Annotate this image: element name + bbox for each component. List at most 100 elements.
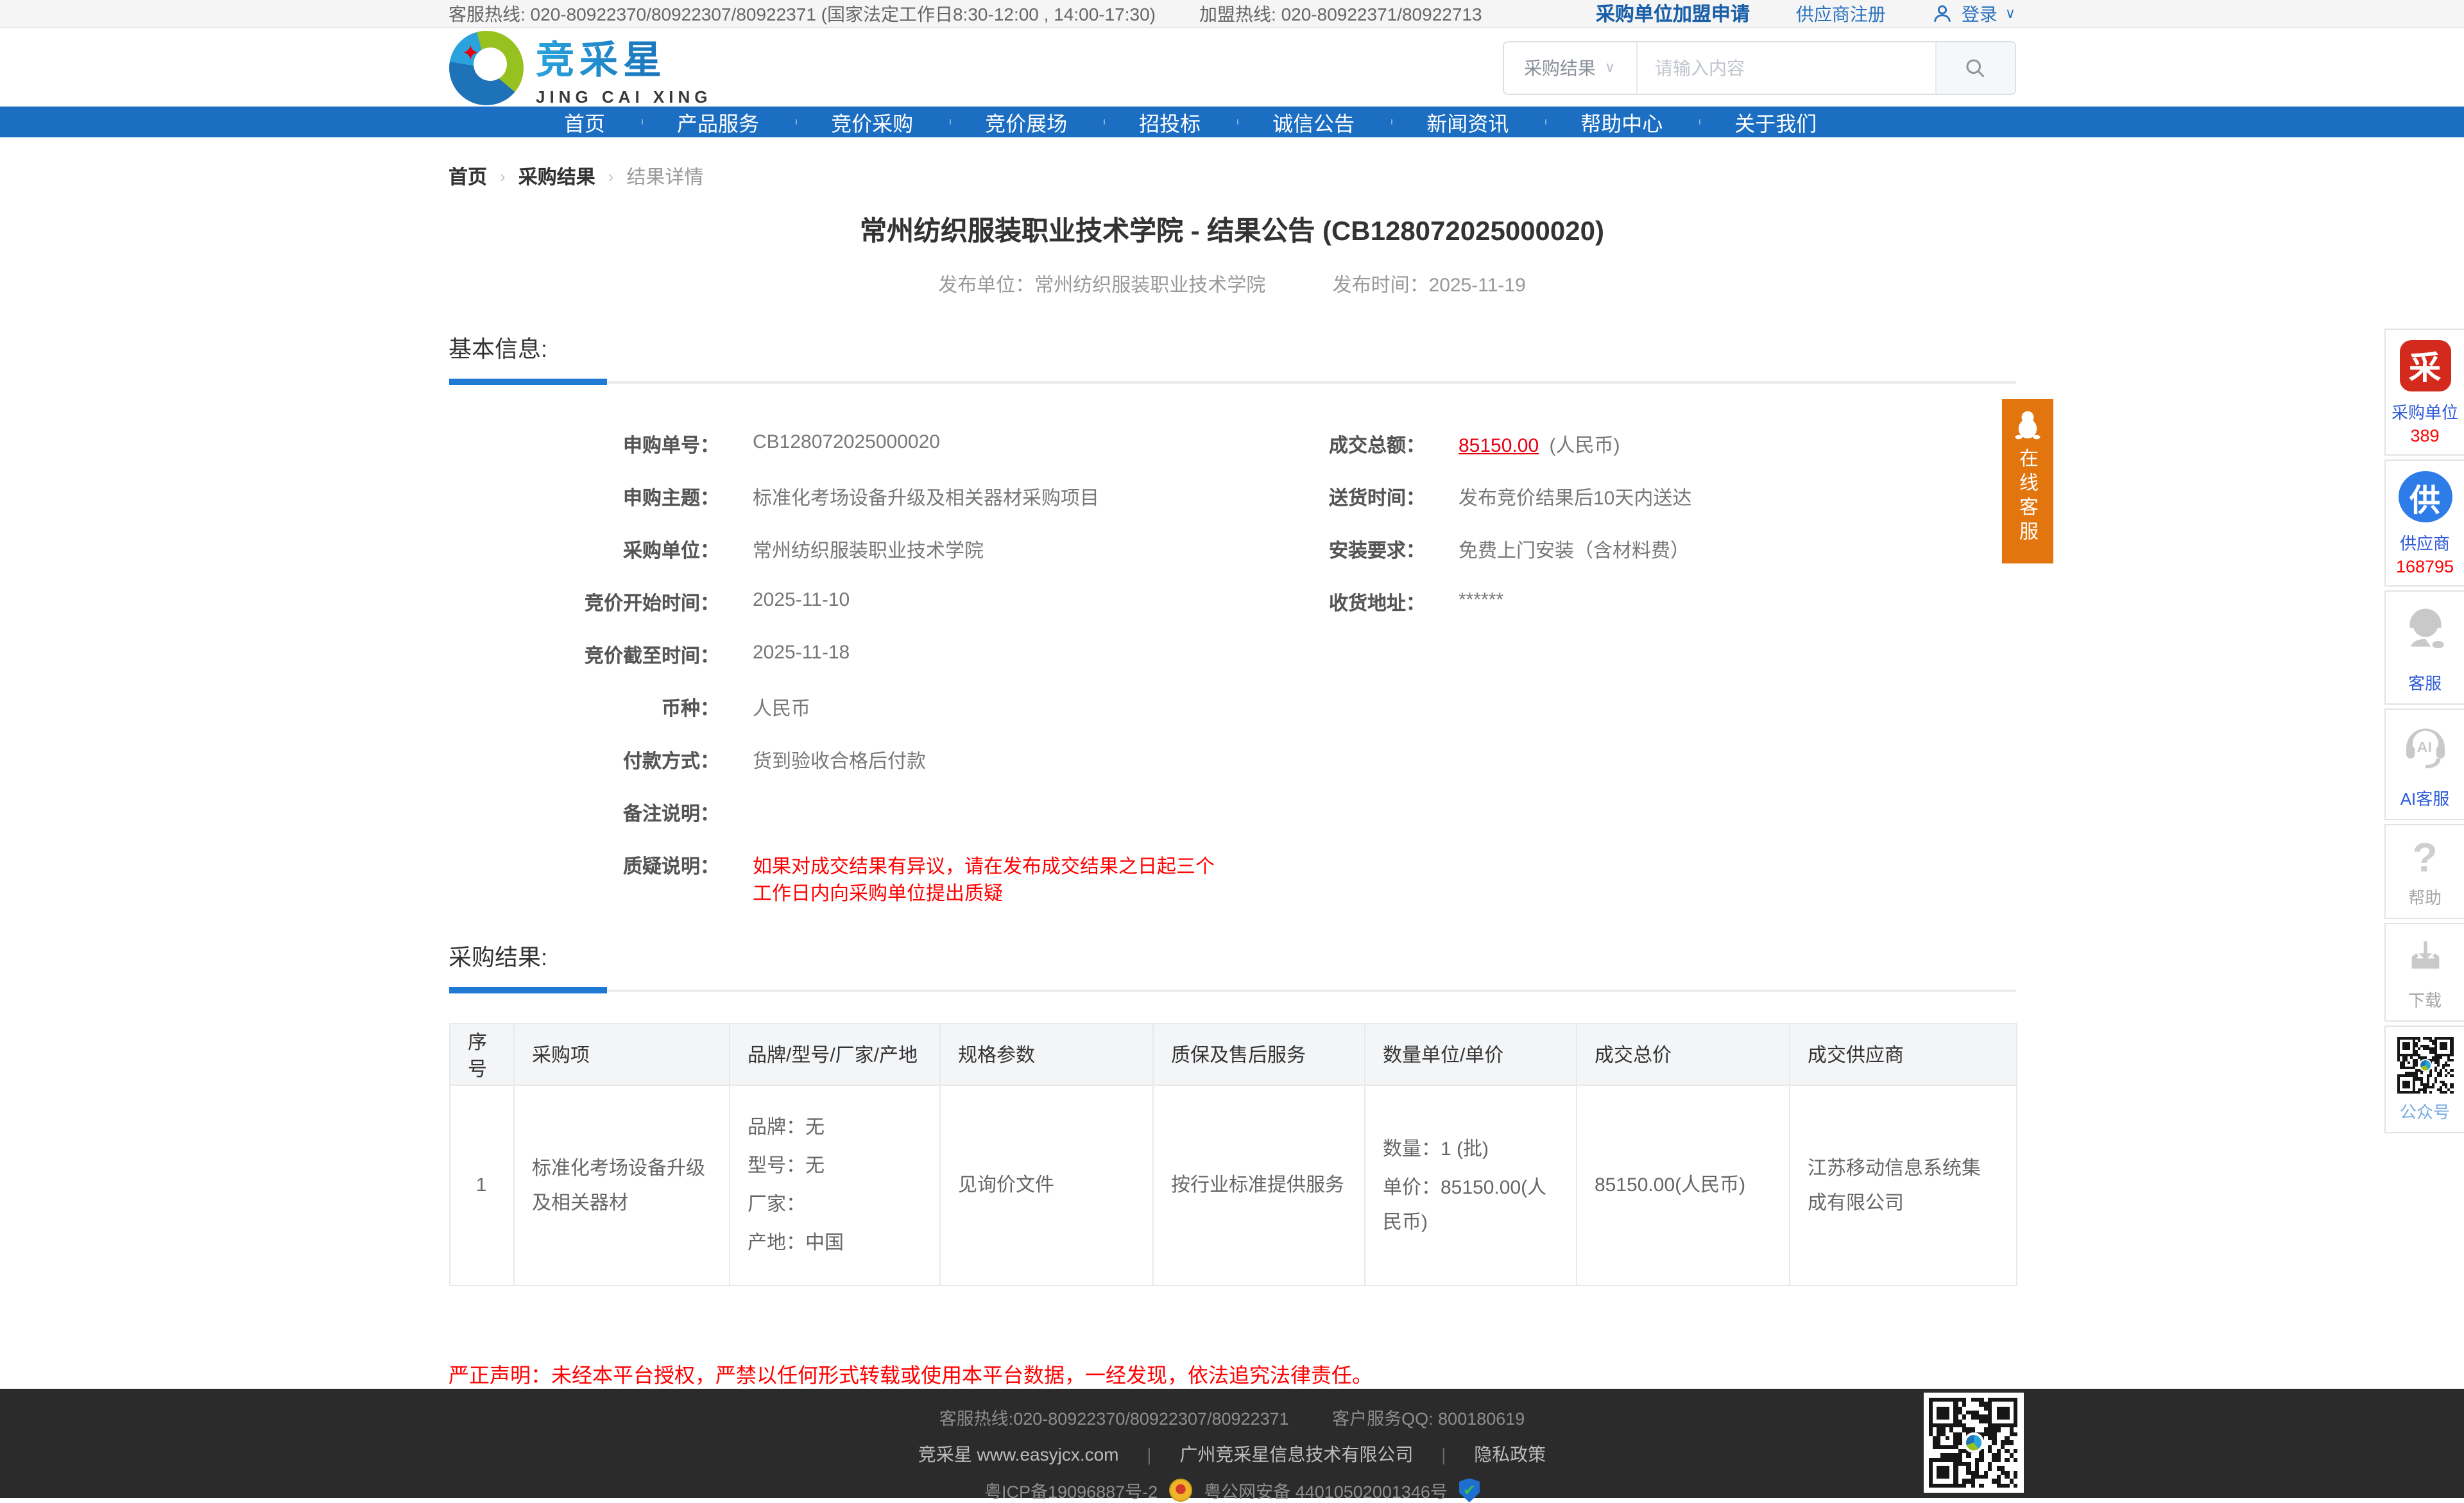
- logo-name: 竞采星: [536, 28, 712, 85]
- chevron-down-icon: ∨: [1605, 59, 1615, 76]
- purchase-result-heading: 采购结果:: [449, 940, 2015, 973]
- sidebar-item-service[interactable]: 客服: [2384, 590, 2464, 705]
- col-qty-price: 数量单位/单价: [1364, 1024, 1576, 1085]
- search-category-value: 采购结果: [1524, 55, 1596, 80]
- login-label: 登录: [1962, 1, 1998, 26]
- field-value-order-no: CB128072025000020: [737, 427, 1225, 480]
- field-value-end-time: 2025-11-18: [737, 638, 1225, 691]
- field-value-purchase-unit: 常州纺织服装职业技术学院: [737, 533, 1225, 585]
- ai-headset-icon: AI: [2395, 720, 2454, 771]
- nav-item-about[interactable]: 关于我们: [1698, 107, 1852, 137]
- cell-warranty: 按行业标准提供服务: [1152, 1085, 1364, 1285]
- ssl-shield-icon: ✔: [1459, 1478, 1480, 1502]
- nav-item-bidding-hall[interactable]: 竞价展场: [949, 107, 1103, 137]
- footer-police-record: 粤公网安备 44010502001346号: [1204, 1477, 1448, 1503]
- article-meta: 发布单位：常州纺织服装职业技术学院 发布时间：2025-11-19: [449, 271, 2015, 298]
- divider: |: [1147, 1444, 1151, 1464]
- search-category-select[interactable]: 采购结果 ∨: [1503, 42, 1637, 93]
- police-badge-icon: [1169, 1479, 1192, 1502]
- legal-statement: 严正声明：未经本平台授权，严禁以任何形式转载或使用本平台数据，一经发现，依法追究…: [449, 1358, 2015, 1389]
- main-content: 首页 › 采购结果 › 结果详情 常州纺织服装职业技术学院 - 结果公告 (CB…: [449, 137, 2015, 1389]
- qr-center-logo: [2418, 1059, 2431, 1072]
- sidebar-label: 公众号: [2388, 1099, 2461, 1123]
- footer-qq: 客户服务QQ: 800180619: [1332, 1409, 1525, 1429]
- nav-item-integrity-notice[interactable]: 诚信公告: [1236, 107, 1390, 137]
- floating-sidebar: 采 采购单位 389 供 供应商 168795 客服 AI: [2384, 329, 2464, 1137]
- chevron-down-icon: ∨: [2005, 5, 2015, 22]
- page-title: 常州纺织服装职业技术学院 - 结果公告 (CB128072025000020): [449, 210, 2015, 249]
- site-logo[interactable]: ✦ 竞采星 JING CAI XING: [449, 28, 712, 107]
- col-warranty: 质保及售后服务: [1152, 1024, 1364, 1085]
- supplier-register-link[interactable]: 供应商注册: [1796, 1, 1886, 26]
- breadcrumb-results[interactable]: 采购结果: [518, 163, 595, 190]
- nav-item-help-center[interactable]: 帮助中心: [1544, 107, 1698, 137]
- publish-time: 发布时间：2025-11-19: [1333, 275, 1526, 296]
- cell-brand: 品牌：无 型号：无 厂家： 产地：中国: [729, 1085, 939, 1285]
- col-index: 序号: [449, 1024, 513, 1085]
- field-value-start-time: 2025-11-10: [737, 585, 1225, 638]
- basic-info-section: 基本信息: 申购单号： CB128072025000020 成交总额： 8515…: [449, 331, 2015, 906]
- search-input[interactable]: [1637, 42, 1935, 93]
- footer-site-link[interactable]: 竞采星 www.easyjcx.com: [918, 1444, 1119, 1464]
- page: 客服热线: 020-80922370/80922307/80922371 (国家…: [0, 0, 2464, 1498]
- join-hotline: 加盟热线: 020-80922371/80922713: [1199, 1, 1482, 26]
- qty-line: 数量：1 (批): [1383, 1131, 1557, 1166]
- field-value-total-amount: 85150.00 (人民币): [1443, 427, 2015, 480]
- field-label: 收货地址：: [1225, 585, 1443, 638]
- nav-item-tenders[interactable]: 招投标: [1103, 107, 1236, 137]
- site-footer: 客服热线:020-80922370/80922307/80922371 客户服务…: [0, 1389, 2464, 1498]
- login-button[interactable]: 登录 ∨: [1932, 1, 2015, 26]
- cell-index: 1: [449, 1085, 513, 1285]
- sidebar-item-wechat-official[interactable]: 公众号: [2384, 1026, 2464, 1133]
- field-value-currency: 人民币: [737, 691, 1225, 743]
- result-table: 序号 采购项 品牌/型号/厂家/产地 规格参数 质保及售后服务 数量单位/单价 …: [449, 1023, 2017, 1286]
- sidebar-label: 客服: [2388, 670, 2461, 694]
- sidebar-item-download[interactable]: 下载: [2384, 923, 2464, 1022]
- sidebar-label: 帮助: [2388, 884, 2461, 909]
- footer-company: 广州竞采星信息技术有限公司: [1179, 1444, 1413, 1464]
- field-label: 安装要求：: [1225, 533, 1443, 585]
- table-row: 1 标准化考场设备升级及相关器材 品牌：无 型号：无 厂家： 产地：中国 见询价…: [449, 1085, 2016, 1285]
- maker-line: 厂家：: [748, 1187, 921, 1222]
- sidebar-item-ai-service[interactable]: AI AI客服: [2384, 709, 2464, 820]
- col-brand: 品牌/型号/厂家/产地: [729, 1024, 939, 1085]
- brand-line: 品牌：无: [748, 1110, 921, 1145]
- search-button[interactable]: [1935, 42, 2014, 93]
- field-value-dispute-note: 如果对成交结果有异议，请在发布成交结果之日起三个工作日内向采购单位提出质疑: [737, 848, 1225, 906]
- field-value-delivery-time: 发布竞价结果后10天内送达: [1443, 480, 2015, 533]
- publisher: 发布单位：常州纺织服装职业技术学院: [938, 275, 1265, 296]
- gong-icon: 供: [2398, 471, 2452, 522]
- sidebar-label: 供应商: [2388, 530, 2461, 554]
- total-amount-link[interactable]: 85150.00: [1459, 435, 1539, 457]
- field-label: 申购主题：: [449, 480, 737, 533]
- question-mark-icon: ?: [2388, 836, 2461, 879]
- field-label: 付款方式：: [449, 743, 737, 796]
- cell-supplier: 江苏移动信息系统集成有限公司: [1789, 1085, 2016, 1285]
- footer-privacy-link[interactable]: 隐私政策: [1474, 1444, 1546, 1464]
- field-value-ship-address: ******: [1443, 585, 2015, 638]
- sidebar-item-suppliers[interactable]: 供 供应商 168795: [2384, 459, 2464, 587]
- field-value-remark: [737, 796, 1225, 848]
- footer-icp-link[interactable]: 粤ICP备19096887号-2: [984, 1477, 1158, 1503]
- breadcrumb: 首页 › 采购结果 › 结果详情: [449, 163, 2015, 190]
- nav-item-bidding-purchase[interactable]: 竞价采购: [795, 107, 949, 137]
- logo-swirl-icon: ✦: [449, 30, 523, 105]
- breadcrumb-home[interactable]: 首页: [449, 163, 487, 190]
- logo-star-icon: ✦: [461, 40, 480, 66]
- sidebar-item-help[interactable]: ? 帮助: [2384, 824, 2464, 919]
- field-label: 送货时间：: [1225, 480, 1443, 533]
- nav-item-home[interactable]: 首页: [528, 107, 641, 137]
- nav-item-products[interactable]: 产品服务: [641, 107, 795, 137]
- field-label: 备注说明：: [449, 796, 737, 848]
- online-service-tab[interactable]: 在线客服: [2002, 399, 2053, 563]
- purchase-unit-join-link[interactable]: 采购单位加盟申请: [1596, 0, 1750, 27]
- sidebar-label: AI客服: [2388, 786, 2461, 810]
- sidebar-item-purchase-units[interactable]: 采 采购单位 389: [2384, 329, 2464, 456]
- nav-item-news[interactable]: 新闻资讯: [1390, 107, 1544, 137]
- user-icon: [1932, 3, 1954, 24]
- sidebar-count: 168795: [2388, 557, 2461, 576]
- field-label: 采购单位：: [449, 533, 737, 585]
- service-hotline: 客服热线: 020-80922370/80922307/80922371 (国家…: [449, 1, 1156, 26]
- footer-qr-code: [1923, 1393, 2023, 1493]
- download-icon: [2399, 934, 2451, 975]
